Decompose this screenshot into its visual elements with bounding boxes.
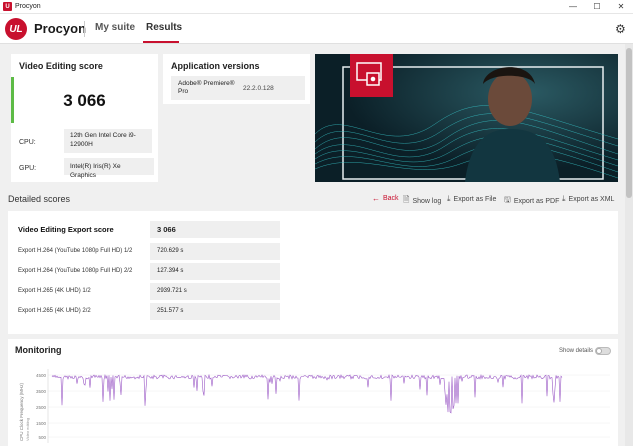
show-log-label: Show log [412, 197, 442, 205]
export-xml-button[interactable]: ⤓ Export as XML [562, 194, 614, 204]
export-file-button[interactable]: ⤓ Export as File [447, 194, 496, 204]
app-version: 22.2.0.128 [243, 85, 274, 92]
gpu-value: Intel(R) Iris(R) Xe Graphics [64, 158, 154, 179]
score-row-value: 3 066 [150, 221, 280, 238]
save-icon: 🖫 [504, 195, 511, 204]
app-header: UL Procyon My suite Results ⚙ [0, 14, 633, 44]
nav-results[interactable]: Results [146, 22, 182, 33]
export-pdf-button[interactable]: 🖫 Export as PDF [504, 194, 559, 208]
cpu-value: 12th Gen Intel Core i9-12900H [64, 129, 152, 153]
toggle-knob [596, 348, 602, 354]
window-controls: — ☐ ✕ [561, 0, 633, 14]
window-title: Procyon [15, 3, 41, 10]
close-button[interactable]: ✕ [609, 0, 633, 14]
score-card: Video Editing score 3 066 CPU: 12th Gen … [11, 54, 158, 182]
chart-y-axis-sublabel: Video editing [25, 418, 30, 441]
brand-name: Procyon [34, 21, 87, 36]
minimize-button[interactable]: — [561, 0, 585, 14]
y-tick-label: 3500 [36, 389, 47, 394]
score-row-value: 251.577 s [150, 303, 280, 320]
app-name: Adobe® Premiere® Pro [178, 80, 235, 96]
monitoring-title: Monitoring [15, 345, 62, 355]
score-row-label: Export H.265 (4K UHD) 1/2 [18, 288, 91, 294]
back-label: Back [383, 195, 399, 202]
score-card-title: Video Editing score [19, 61, 103, 71]
app-version-row: Adobe® Premiere® Pro 22.2.0.128 [171, 76, 305, 100]
app-versions-title: Application versions [171, 61, 260, 71]
back-arrow-icon: ← [372, 194, 380, 203]
detailed-scores-title: Detailed scores [8, 194, 71, 204]
score-value: 3 066 [63, 91, 106, 110]
download-icon: ⤓ [447, 194, 451, 203]
y-tick-label: 4500 [36, 373, 47, 378]
cpu-label: CPU: [19, 139, 36, 146]
gear-icon[interactable]: ⚙ [615, 22, 626, 36]
gpu-label: GPU: [19, 165, 37, 172]
y-tick-label: 1500 [36, 421, 47, 426]
export-file-label: Export as File [453, 195, 497, 203]
score-row-value: 127.394 s [150, 263, 280, 280]
scrollbar-thumb[interactable] [626, 48, 632, 198]
nav-my-suite[interactable]: My suite [95, 22, 135, 33]
y-tick-label: 500 [38, 435, 46, 440]
back-button[interactable]: ← Back [372, 194, 399, 203]
score-row-label: Export H.265 (4K UHD) 2/2 [18, 308, 91, 314]
export-pdf-label: Export as PDF [513, 197, 560, 205]
show-details-toggle[interactable] [595, 347, 611, 355]
show-log-button[interactable]: 🗎 Show log [403, 194, 441, 208]
detailed-scores-card: Video Editing Export score 3 066 Export … [8, 211, 618, 334]
app-versions-card: Application versions Adobe® Premiere® Pr… [163, 54, 310, 104]
nav-active-indicator [143, 41, 179, 43]
y-tick-label: 2500 [36, 405, 47, 410]
score-row-value: 720.629 s [150, 243, 280, 260]
hero-image [315, 54, 618, 182]
ul-logo: UL [5, 18, 27, 40]
maximize-button[interactable]: ☐ [585, 0, 609, 14]
score-row-label: Export H.264 (YouTube 1080p Full HD) 1/2 [18, 248, 133, 254]
score-row-label: Export H.264 (YouTube 1080p Full HD) 2/2 [18, 268, 133, 274]
export-xml-label: Export as XML [568, 195, 615, 203]
page-scrollbar[interactable] [625, 44, 633, 446]
download-icon: ⤓ [562, 194, 566, 203]
app-icon: U [3, 2, 12, 11]
show-details-label: Show details [559, 348, 594, 354]
score-row-value: 2939.721 s [150, 283, 280, 300]
monitoring-card: Monitoring Show details CPU Clock Freque… [8, 339, 618, 446]
nav-divider [84, 21, 85, 37]
score-row-label: Video Editing Export score [18, 225, 114, 234]
document-icon: 🗎 [403, 195, 410, 204]
window-titlebar: U Procyon — ☐ ✕ [0, 0, 633, 14]
chart-y-axis-label: CPU Clock Frequency (MHz) [19, 382, 24, 441]
monitoring-chart: CPU Clock Frequency (MHz) Video editing … [19, 369, 610, 443]
